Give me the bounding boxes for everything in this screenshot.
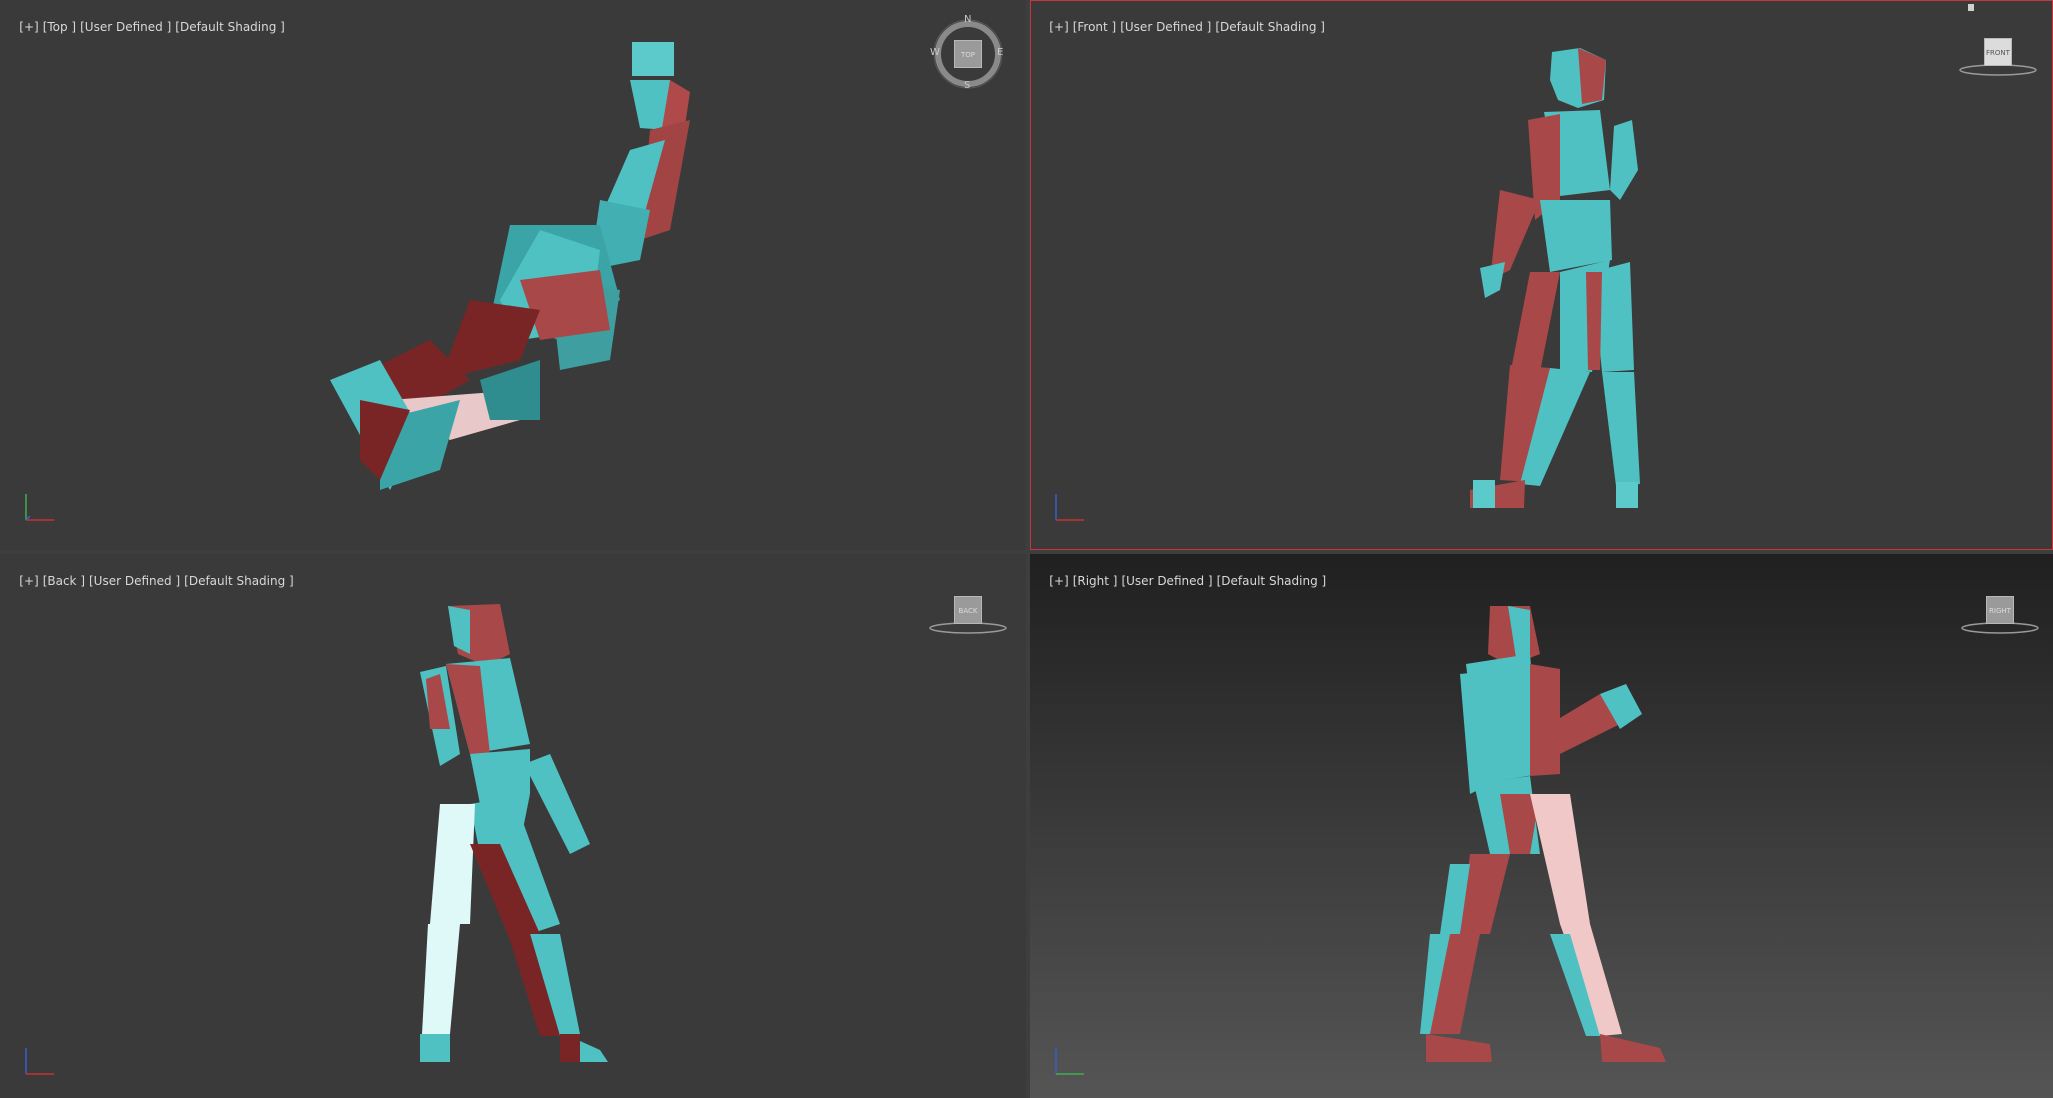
axis-tripod-icon <box>1055 1048 1084 1075</box>
viewcube-face[interactable]: RIGHT <box>1986 596 2014 624</box>
back-view-figure <box>420 604 608 1062</box>
top-view-figure <box>330 42 690 490</box>
preset-menu[interactable]: [User Defined ] <box>1121 574 1212 588</box>
viewport-front[interactable]: [+] [Front ] [User Defined ] [Default Shadi… <box>1030 0 2053 550</box>
preset-menu[interactable]: [User Defined ] <box>80 20 171 34</box>
viewport-menu-button[interactable]: [+] <box>19 20 38 34</box>
viewport-back[interactable]: [+] [Back ] [User Defined ] [Default Shadin… <box>0 554 1026 1098</box>
viewport-label-top: [+] [Top ] [User Defined ] [Default Shading… <box>4 6 289 48</box>
mannequin-top <box>330 42 690 490</box>
viewcube[interactable]: RIGHT <box>1960 594 2040 638</box>
preset-menu[interactable]: [User Defined ] <box>89 574 180 588</box>
viewcube[interactable]: FRONT <box>1958 36 2038 80</box>
shading-menu[interactable]: [Default Shading ] <box>184 574 294 588</box>
view-point-menu[interactable]: [Top ] <box>43 20 76 34</box>
shading-menu[interactable]: [Default Shading ] <box>1215 20 1325 34</box>
viewport-menu-button[interactable]: [+] <box>1049 574 1068 588</box>
axis-tripod-icon <box>25 494 54 521</box>
viewcube[interactable]: BACK <box>928 594 1008 638</box>
axis-tripod-icon <box>1055 494 1084 521</box>
compass-south[interactable]: S <box>964 80 970 91</box>
viewcube-face[interactable]: BACK <box>954 596 982 624</box>
mannequin-right <box>1420 606 1666 1062</box>
viewport-label-right: [+] [Right ] [User Defined ] [Default Shadi… <box>1034 560 1330 602</box>
front-view-figure <box>1470 48 1640 508</box>
view-point-menu[interactable]: [Back ] <box>43 574 85 588</box>
viewport-menu-button[interactable]: [+] <box>19 574 38 588</box>
compass-east[interactable]: E <box>997 47 1003 58</box>
viewport-menu-button[interactable]: [+] <box>1049 20 1068 34</box>
shading-menu[interactable]: [Default Shading ] <box>1217 574 1327 588</box>
view-point-menu[interactable]: [Right ] <box>1073 574 1118 588</box>
compass-west[interactable]: W <box>930 47 940 58</box>
mannequin-front <box>1470 48 1640 508</box>
preset-menu[interactable]: [User Defined ] <box>1120 20 1211 34</box>
viewcube-face[interactable]: FRONT <box>1984 38 2012 66</box>
mannequin-back <box>420 604 608 1062</box>
viewport-label-back: [+] [Back ] [User Defined ] [Default Shadin… <box>4 560 298 602</box>
lock-icon[interactable] <box>1968 4 1974 11</box>
viewcube-face[interactable]: TOP <box>954 40 982 68</box>
right-view-figure <box>1420 606 1666 1062</box>
axis-tripod-icon <box>25 1048 54 1075</box>
viewcube-compass[interactable]: TOP N S E W <box>930 14 1003 91</box>
compass-north[interactable]: N <box>964 14 971 25</box>
viewport-right[interactable]: [+] [Right ] [User Defined ] [Default Shadi… <box>1030 554 2053 1098</box>
viewport-top[interactable]: [+] [Top ] [User Defined ] [Default Shading… <box>0 0 1026 550</box>
view-point-menu[interactable]: [Front ] <box>1073 20 1117 34</box>
shading-menu[interactable]: [Default Shading ] <box>175 20 285 34</box>
viewport-label-front: [+] [Front ] [User Defined ] [Default Shadi… <box>1034 6 1329 48</box>
viewport-splitter-horizontal[interactable] <box>0 550 2053 554</box>
viewport-splitter-vertical[interactable] <box>1026 0 1030 1098</box>
